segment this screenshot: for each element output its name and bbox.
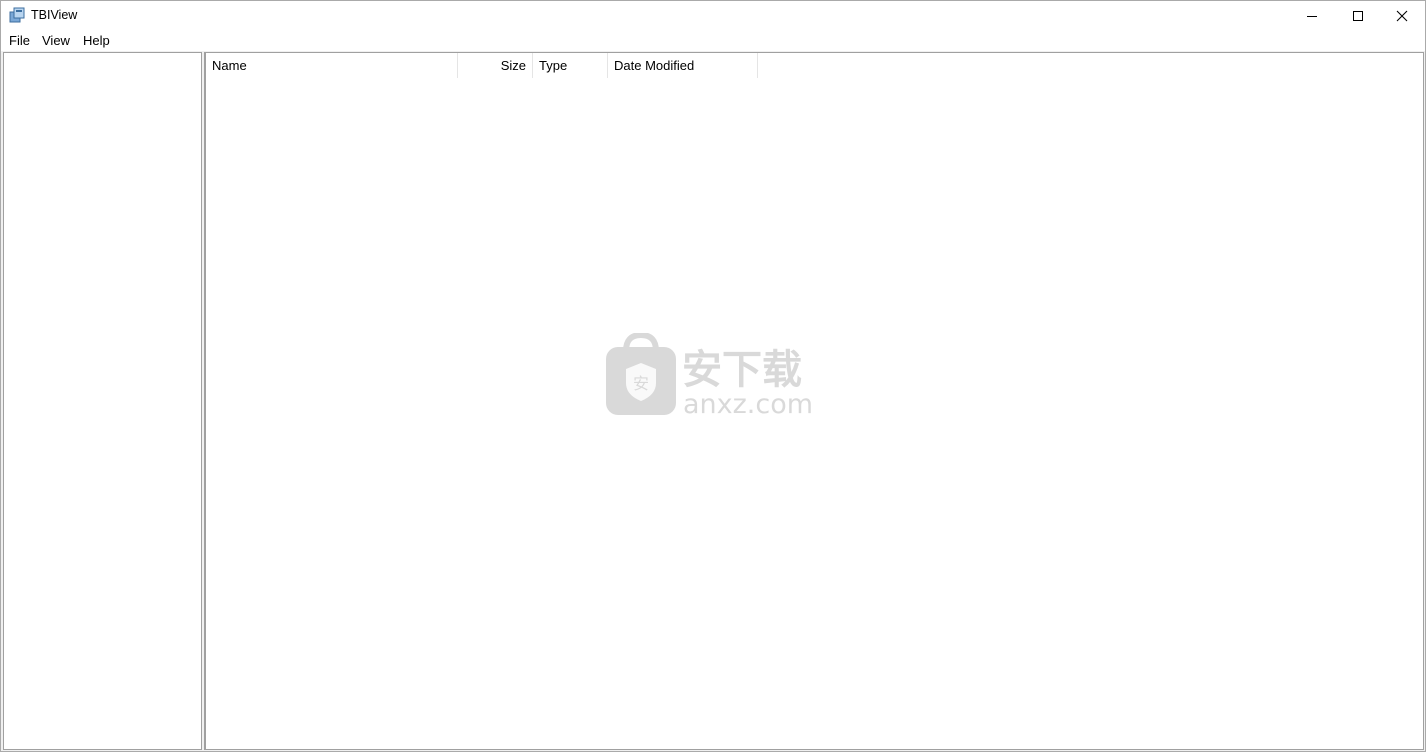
app-window: TBIView File View Help Name Size Type Da… (0, 0, 1426, 752)
menu-bar: File View Help (1, 31, 1425, 51)
menu-help[interactable]: Help (83, 33, 110, 48)
column-header-name[interactable]: Name (206, 53, 458, 78)
minimize-icon (1307, 16, 1317, 17)
menu-view[interactable]: View (42, 33, 70, 48)
app-icon (9, 7, 25, 23)
menu-file[interactable]: File (9, 33, 30, 48)
close-button[interactable] (1379, 1, 1425, 31)
column-header-type[interactable]: Type (533, 53, 608, 78)
minimize-button[interactable] (1289, 1, 1335, 31)
watermark-domain: anxz.com (683, 389, 813, 419)
title-bar[interactable]: TBIView (1, 1, 1425, 31)
watermark-badge: 安 (633, 374, 649, 393)
folder-tree-pane[interactable] (3, 52, 202, 750)
watermark-logo: 安 安下载 anxz.com (606, 333, 813, 419)
maximize-icon (1353, 11, 1363, 21)
watermark-cn-text: 安下载 (682, 347, 802, 393)
close-icon (1396, 10, 1408, 22)
column-header-date-modified[interactable]: Date Modified (608, 53, 758, 78)
list-header: Name Size Type Date Modified (206, 53, 1422, 78)
window-title: TBIView (31, 8, 78, 22)
column-header-size[interactable]: Size (458, 53, 533, 78)
maximize-button[interactable] (1335, 1, 1381, 31)
